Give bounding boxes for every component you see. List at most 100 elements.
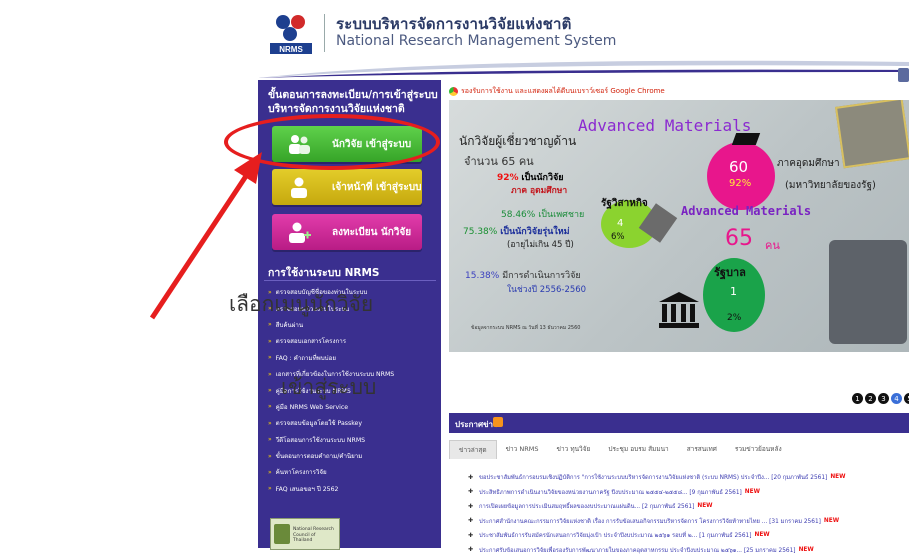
news-list: ✚ขอประชาสัมพันธ์การอบรมเชิงปฏิบัติการ "ก… (468, 470, 909, 557)
news-item[interactable]: ✚ประสิทธิภาพการดำเนินงานวิจัยของหน่วยงาน… (468, 485, 909, 500)
slide-dot[interactable]: 2 (865, 393, 876, 404)
government-number: 1 (730, 285, 737, 298)
state-enterprise-percent: 6% (611, 232, 625, 242)
chrome-icon (449, 87, 458, 96)
banner-count: จำนวน 65 คน (464, 152, 534, 170)
new-badge: NEW (697, 503, 712, 509)
top-right-corner-button[interactable] (898, 68, 909, 82)
arrow-icon: » (268, 485, 272, 492)
banner-young-stat: 75.38% เป็นนักวิจัยรุ่นใหม่ (463, 224, 570, 238)
staff-login-button[interactable]: เจ้าหน้าที่ เข้าสู่ระบบ (272, 169, 422, 205)
slide-dot[interactable]: 1 (852, 393, 863, 404)
slide-dot[interactable]: 5 (904, 393, 909, 404)
total-label: Advanced Materials (681, 204, 811, 218)
total-number: 65 (725, 226, 753, 251)
government-building-icon (657, 290, 701, 330)
annotation-line-1: เลือกเมนูนักวิจัย (229, 288, 373, 321)
news-item[interactable]: ✚ประชาสัมพันธ์การรับสมัครนักเสนอการวิจัย… (468, 528, 909, 543)
government-label: รัฐบาล (714, 263, 746, 281)
university-number: 60 (729, 158, 748, 176)
banner-exec-sub: ในช่วงปี 2556-2560 (507, 282, 586, 296)
chrome-support-note: รองรับการใช้งาน และแสดงผลได้ดีบนเบราว์เซ… (449, 86, 665, 97)
new-badge: NEW (745, 489, 760, 495)
slide-dot[interactable]: 4 (891, 393, 902, 404)
news-header-bar (449, 413, 909, 433)
nrct-emblem-icon (274, 524, 290, 544)
nrms-logo[interactable]: NRMS (268, 10, 314, 56)
university-percent: 92% (729, 178, 751, 189)
menu-item[interactable]: »ค้นหาโครงการวิจัย (268, 464, 440, 480)
banner-exec-stat: 15.38% มีการดำเนินการวิจัย (465, 268, 581, 282)
tab-nrms-news[interactable]: ข่าว NRMS (497, 440, 548, 459)
nrct-logo[interactable]: National Research Council of Thailand (270, 518, 340, 550)
menu-item[interactable]: »วีดีโอสอนการใช้งานระบบ NRMS (268, 432, 440, 448)
site-title-english: National Research Management System (336, 33, 616, 49)
staff-login-label: เจ้าหน้าที่ เข้าสู่ระบบ (332, 180, 421, 195)
hard-drive-icon (829, 240, 907, 344)
university-label-2: (มหาวิทยาลัยของรัฐ) (785, 178, 876, 193)
pin-icon: ✚ (468, 532, 473, 539)
banner-researcher-stat: 92% เป็นนักวิจัย (497, 170, 564, 184)
graduation-cap-icon (732, 133, 760, 145)
annotation-line-2: เข้าสู่ระบบ (281, 371, 376, 404)
news-tabs: ข่าวล่าสุด ข่าว NRMS ข่าว ทุนวิจัย ประชุ… (449, 440, 791, 459)
arrow-icon: » (268, 371, 272, 378)
researcher-register-label: ลงทะเบียน นักวิจัย (332, 225, 411, 240)
arrow-icon: » (268, 453, 272, 460)
news-item[interactable]: ✚ประกาศรับข้อเสนอการวิจัยเพื่อรองรับการพ… (468, 543, 909, 557)
banner-expert-label: นักวิจัยผู้เชี่ยวชาญด้าน (459, 132, 576, 151)
arrow-icon: » (268, 338, 272, 345)
header-wave-decoration (258, 56, 909, 78)
usage-heading: การใช้งานระบบ NRMS (268, 264, 380, 281)
tab-information[interactable]: สารสนเทศ (678, 440, 726, 459)
arrow-icon: » (268, 354, 272, 361)
pin-icon: ✚ (468, 546, 473, 553)
new-badge: NEW (754, 532, 769, 538)
state-enterprise-label: รัฐวิสาหกิจ (601, 196, 648, 211)
pin-icon: ✚ (468, 517, 473, 524)
menu-item[interactable]: »ขั้นตอนการตอบคำถาม/คำนิยาม (268, 448, 440, 464)
total-unit: คน (765, 236, 780, 254)
arrow-icon: » (268, 387, 272, 394)
tab-funding-news[interactable]: ข่าว ทุนวิจัย (548, 440, 600, 459)
menu-item[interactable]: »ตรวจสอบเอกสารโครงการ (268, 333, 440, 349)
university-circle (707, 142, 775, 210)
arrow-icon: » (268, 420, 272, 427)
university-label-1: ภาคอุดมศึกษา (777, 156, 840, 171)
banner-headline: Advanced Materials (578, 116, 751, 135)
pin-icon: ✚ (468, 474, 473, 481)
menu-item[interactable]: »FAQ : คำถามที่พบบ่อย (268, 350, 440, 366)
pin-icon: ✚ (468, 503, 473, 510)
add-user-icon (286, 220, 312, 244)
government-percent: 2% (727, 313, 741, 323)
news-item[interactable]: ✚การเปิดเผยข้อมูลการประเมินสมฤทธิ์ผลของง… (468, 499, 909, 514)
news-item[interactable]: ✚ประกาศสำนักงานคณะกรรมการวิจัยแห่งชาติ เ… (468, 514, 909, 529)
arrow-icon: » (268, 436, 272, 443)
banner-footnote: ข้อมูลจากระบบ NRMS ณ วันที่ 13 ธันวาคม 2… (471, 324, 580, 332)
pin-icon: ✚ (468, 488, 473, 495)
tab-seminars[interactable]: ประชุม อบรม สัมมนา (599, 440, 677, 459)
usage-divider (264, 280, 436, 281)
news-heading: ประกาศข่าว (455, 418, 498, 431)
new-badge: NEW (830, 474, 845, 480)
rss-icon[interactable] (493, 417, 503, 427)
menu-item[interactable]: »FAQ เสนอขอฯ ปี 2562 (268, 481, 440, 497)
slide-dot[interactable]: 3 (878, 393, 889, 404)
banner-young-sub: (อายุไม่เกิน 45 ปี) (507, 237, 574, 251)
slideshow-banner[interactable]: Advanced Materials นักวิจัยผู้เชี่ยวชาญด… (449, 100, 909, 352)
state-enterprise-number: 4 (617, 218, 623, 229)
chip-icon (835, 100, 909, 168)
new-badge: NEW (824, 518, 839, 524)
arrow-icon: » (268, 469, 272, 476)
news-item[interactable]: ✚ขอประชาสัมพันธ์การอบรมเชิงปฏิบัติการ "ก… (468, 470, 909, 485)
tab-latest[interactable]: ข่าวล่าสุด (449, 440, 497, 459)
header-divider (324, 14, 325, 52)
arrow-icon: » (268, 321, 272, 328)
menu-item[interactable]: »ตรวจสอบข้อมูลโดยใช้ Passkey (268, 415, 440, 431)
tab-archive[interactable]: รวมข่าวย้อนหลัง (726, 440, 791, 459)
researcher-register-button[interactable]: ลงทะเบียน นักวิจัย (272, 214, 422, 250)
logo-text: NRMS (279, 45, 303, 54)
slideshow-pager: 1 2 3 4 5 (852, 393, 909, 404)
staff-icon (286, 175, 312, 199)
nrct-logo-text: National Research Council of Thailand (293, 527, 335, 544)
